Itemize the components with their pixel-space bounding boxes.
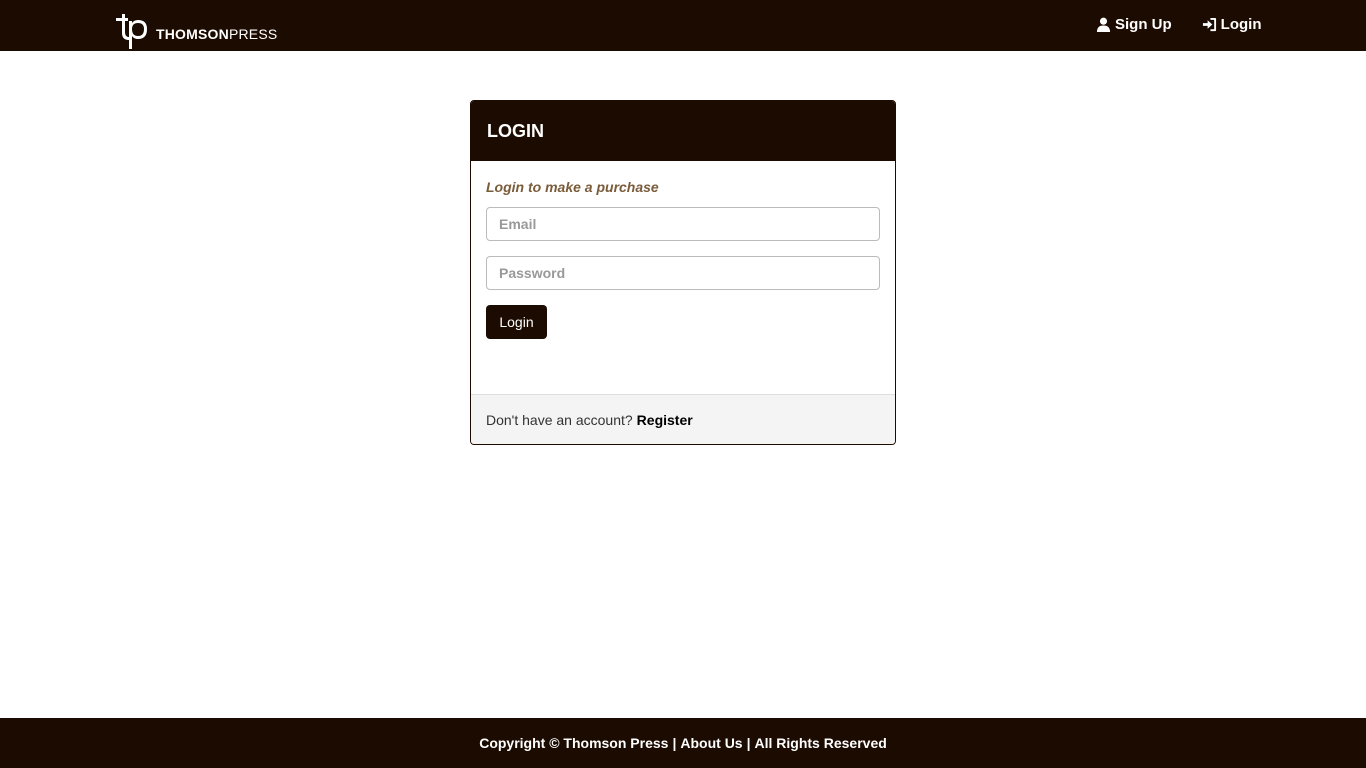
footer-separator: | bbox=[672, 735, 677, 751]
login-subtitle: Login to make a purchase bbox=[486, 179, 659, 195]
brand-name: THOMSONPRESS bbox=[156, 26, 278, 42]
login-card-body: Login to make a purchase Login bbox=[471, 161, 895, 394]
nav-signup-link[interactable]: Sign Up bbox=[1096, 16, 1172, 33]
login-card-footer: Don't have an account? Register bbox=[471, 394, 895, 444]
no-account-text: Don't have an account? bbox=[486, 412, 633, 428]
page-footer: Copyright © Thomson Press | About Us | A… bbox=[0, 718, 1366, 768]
login-card: LOGIN Login to make a purchase Login Don… bbox=[470, 100, 896, 445]
nav-links: Sign Up Login bbox=[1096, 16, 1262, 33]
brand-logo[interactable]: THOMSONPRESS bbox=[113, 12, 277, 50]
tp-logo-mark bbox=[116, 14, 147, 49]
user-icon bbox=[1096, 17, 1111, 32]
login-icon bbox=[1202, 17, 1217, 32]
top-navbar: THOMSONPRESS Sign Up Login bbox=[0, 0, 1366, 51]
about-us-link[interactable]: About Us bbox=[680, 735, 742, 751]
email-field[interactable] bbox=[486, 207, 880, 241]
login-submit-button[interactable]: Login bbox=[486, 305, 547, 339]
copyright-text: Copyright © Thomson Press bbox=[479, 735, 669, 751]
nav-login-link[interactable]: Login bbox=[1202, 16, 1262, 33]
footer-separator: | bbox=[746, 735, 751, 751]
register-link[interactable]: Register bbox=[637, 412, 693, 428]
login-card-title: LOGIN bbox=[471, 101, 895, 161]
rights-text: All Rights Reserved bbox=[754, 735, 887, 751]
password-field[interactable] bbox=[486, 256, 880, 290]
